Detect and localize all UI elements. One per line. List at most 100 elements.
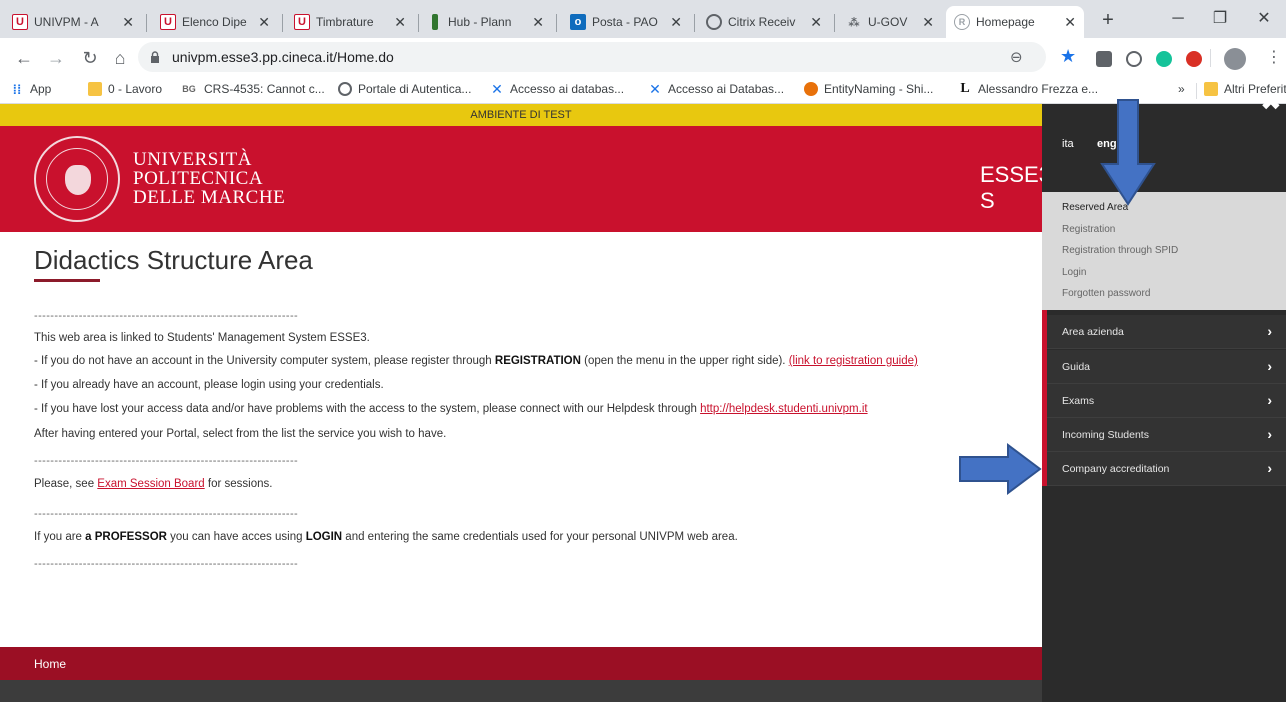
bookmark-star-icon[interactable]: ★: [1060, 46, 1076, 67]
close-tab-icon[interactable]: ✕: [810, 14, 822, 31]
bookmark-item[interactable]: Portale di Autentica...: [338, 82, 471, 96]
new-tab-button[interactable]: +: [1094, 6, 1122, 34]
tab-title: U-GOV: [868, 15, 908, 29]
menu-item-company-accreditation[interactable]: Company accreditation ›: [1042, 452, 1286, 486]
bookmark-item[interactable]: L Alessandro Frezza e...: [958, 81, 1099, 96]
more-menu-icon[interactable]: ⋮: [1266, 47, 1282, 67]
tab-title: UNIVPM - A: [34, 15, 99, 29]
close-tab-icon[interactable]: ✕: [532, 14, 544, 31]
registration-bold: REGISTRATION: [494, 355, 581, 367]
menu-item-label: Exams: [1062, 395, 1095, 407]
bookmark-apps[interactable]: ⁞⁞ App: [10, 81, 52, 97]
folder-icon: [88, 82, 102, 96]
restore-icon[interactable]: ❐: [1200, 6, 1240, 32]
university-name-line: POLITECNICA: [133, 168, 264, 189]
annotation-arrow-down-icon: [1100, 99, 1156, 206]
registration-spid-link[interactable]: Registration through SPID: [1062, 245, 1178, 256]
browser-tab[interactable]: Citrix Receiv ✕: [698, 6, 830, 38]
close-tab-icon[interactable]: ✕: [394, 14, 406, 31]
browser-tab-active[interactable]: R Homepage ✕: [946, 6, 1084, 38]
lock-icon: [151, 51, 159, 63]
browser-tab[interactable]: ⁂ U-GOV ✕: [838, 6, 942, 38]
text-fragment: you can have acces using: [166, 531, 306, 543]
close-tab-icon[interactable]: ✕: [1064, 14, 1076, 31]
bottom-bar: [0, 680, 1042, 702]
helpdesk-instruction: - If you have lost your access data and/…: [34, 403, 868, 415]
univpm-u-icon: U: [12, 14, 28, 30]
university-name[interactable]: UNIVERSITÀ POLITECNICA DELLE MARCHE: [133, 150, 285, 207]
university-name-line: DELLE MARCHE: [133, 187, 286, 208]
page-title: Didactics Structure Area: [34, 245, 313, 275]
close-tab-icon[interactable]: ✕: [122, 14, 134, 31]
bookmarks-overflow-button[interactable]: »: [1178, 82, 1185, 96]
browser-tab[interactable]: U Elenco Dipe ✕: [152, 6, 278, 38]
profile-avatar[interactable]: [1224, 48, 1246, 70]
grammarly-icon[interactable]: [1156, 51, 1172, 67]
menu-item-exams[interactable]: Exams ›: [1042, 384, 1286, 418]
confluence-icon: ✕: [649, 80, 661, 97]
browser-tab-bar: U UNIVPM - A ✕ U Elenco Dipe ✕ U Timbrat…: [0, 0, 1286, 38]
menu-item-incoming-students[interactable]: Incoming Students ›: [1042, 418, 1286, 452]
helpdesk-link[interactable]: http://helpdesk.studenti.univpm.it: [700, 403, 868, 415]
home-icon[interactable]: ⌂: [108, 46, 132, 70]
extension-icon[interactable]: [1186, 51, 1202, 67]
apps-grid-icon: ⁞⁞: [12, 81, 22, 97]
url-text: univpm.esse3.pp.cineca.it/Home.do: [172, 49, 394, 65]
menu-item-guida[interactable]: Guida ›: [1042, 350, 1286, 384]
close-tab-icon[interactable]: ✕: [670, 14, 682, 31]
bookmark-label: Alessandro Frezza e...: [978, 82, 1099, 96]
registration-link[interactable]: Registration: [1062, 224, 1115, 235]
browser-tab[interactable]: o Posta - PAO ✕: [562, 6, 690, 38]
exam-session-board-link[interactable]: Exam Session Board: [97, 478, 204, 490]
univpm-u-icon: U: [294, 14, 310, 30]
separator: ----------------------------------------…: [34, 310, 299, 322]
bookmark-folder[interactable]: 0 - Lavoro: [88, 82, 162, 96]
forward-arrow-icon[interactable]: →: [44, 46, 68, 70]
reload-icon[interactable]: ↻: [78, 46, 102, 70]
bookmark-label: Portale di Autentica...: [358, 82, 472, 96]
close-menu-icon[interactable]: ✖: [1260, 86, 1282, 117]
univpm-u-icon: U: [160, 14, 176, 30]
ugov-icon: ⁂: [848, 16, 860, 29]
bookmark-item[interactable]: ✕ Accesso ai Databas...: [648, 80, 785, 97]
extension-icon[interactable]: [1126, 51, 1142, 67]
close-tab-icon[interactable]: ✕: [258, 14, 270, 31]
bookmark-item[interactable]: BG CRS-4535: Cannot c...: [180, 82, 324, 96]
tab-title: Elenco Dipe: [182, 15, 247, 29]
title-underline: [34, 279, 100, 282]
browser-tab[interactable]: Hub - Plann ✕: [424, 6, 552, 38]
text-fragment: - If you have lost your access data and/…: [34, 403, 701, 415]
minimize-icon[interactable]: ─: [1158, 6, 1198, 32]
browser-tab[interactable]: U Timbrature ✕: [286, 6, 414, 38]
menu-item-area-azienda[interactable]: Area azienda ›: [1042, 315, 1286, 349]
text-fragment: (open the menu in the upper right side).: [580, 355, 789, 367]
bookmark-item[interactable]: EntityNaming - Shi...: [804, 82, 933, 96]
bookmark-site-icon: L: [960, 81, 970, 96]
university-seal-logo[interactable]: [34, 136, 120, 222]
extension-icon[interactable]: [1096, 51, 1112, 67]
chevron-right-icon: ›: [1267, 323, 1272, 339]
forgotten-password-link[interactable]: Forgotten password: [1062, 288, 1150, 299]
login-instruction: - If you already have an account, please…: [34, 379, 384, 391]
annotation-arrow-right-icon: [959, 443, 1042, 495]
system-title: ESSE3 S: [980, 162, 1051, 213]
menu-item-label: Area azienda: [1062, 326, 1124, 338]
bookmark-label: Accesso ai Databas...: [668, 82, 785, 96]
window-close-icon[interactable]: ✕: [1244, 6, 1284, 32]
bookmark-site-icon: [804, 82, 818, 96]
professor-bold: a PROFESSOR: [85, 531, 167, 543]
site-header: UNIVERSITÀ POLITECNICA DELLE MARCHE ESSE…: [0, 126, 1051, 232]
footer-home-link[interactable]: Home: [34, 657, 66, 671]
address-bar[interactable]: univpm.esse3.pp.cineca.it/Home.do ⊖: [138, 42, 1046, 72]
login-link[interactable]: Login: [1062, 267, 1086, 278]
close-tab-icon[interactable]: ✕: [922, 14, 934, 31]
browser-tab[interactable]: U UNIVPM - A ✕: [4, 6, 142, 38]
bookmark-item[interactable]: ✕ Accesso ai databas...: [490, 81, 624, 97]
back-arrow-icon[interactable]: ←: [12, 46, 36, 70]
text-fragment: and entering the same credentials used f…: [342, 531, 738, 543]
bookmark-label: App: [30, 82, 52, 96]
zoom-icon[interactable]: ⊖: [1010, 48, 1023, 66]
registration-guide-link[interactable]: (link to registration guide): [789, 355, 918, 367]
language-ita-link[interactable]: ita: [1062, 138, 1074, 150]
separator: ----------------------------------------…: [34, 558, 299, 570]
